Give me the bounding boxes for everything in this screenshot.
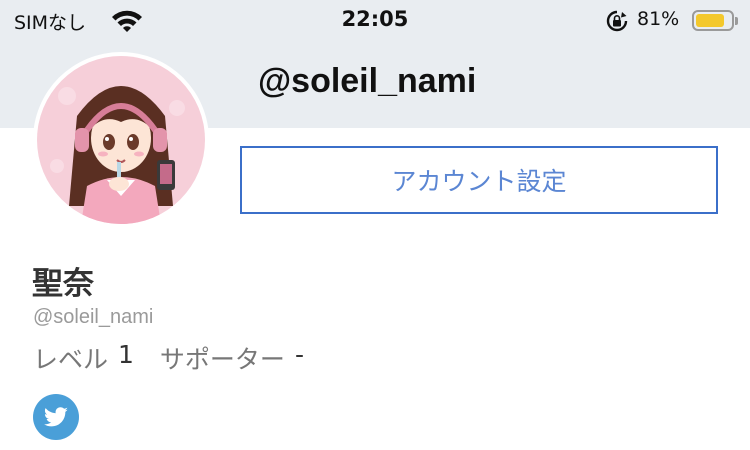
level-value: 1 <box>118 340 134 369</box>
supporter-value: - <box>294 340 304 369</box>
battery-cap <box>735 17 738 25</box>
anime-girl-avatar <box>37 56 205 224</box>
status-bar: SIMなし 22:05 81% <box>0 0 750 40</box>
battery-level-fill <box>696 14 724 27</box>
header-handle: @soleil_nami <box>258 62 477 100</box>
level-label: レベル <box>33 345 109 374</box>
stats-row: レベル 1 サポーター - <box>33 340 304 376</box>
account-settings-button[interactable]: アカウント設定 <box>240 146 718 214</box>
battery-percent: 81% <box>637 8 680 30</box>
stat-spacer <box>134 340 160 376</box>
twitter-link-button[interactable] <box>33 394 79 440</box>
battery-icon <box>692 10 738 31</box>
rotation-lock-icon <box>606 10 628 32</box>
supporter-label: サポーター <box>159 345 285 374</box>
user-handle: @soleil_nami <box>33 306 154 328</box>
twitter-bird-icon <box>43 407 68 427</box>
avatar[interactable] <box>33 52 209 228</box>
display-name: 聖奈 <box>32 266 94 302</box>
